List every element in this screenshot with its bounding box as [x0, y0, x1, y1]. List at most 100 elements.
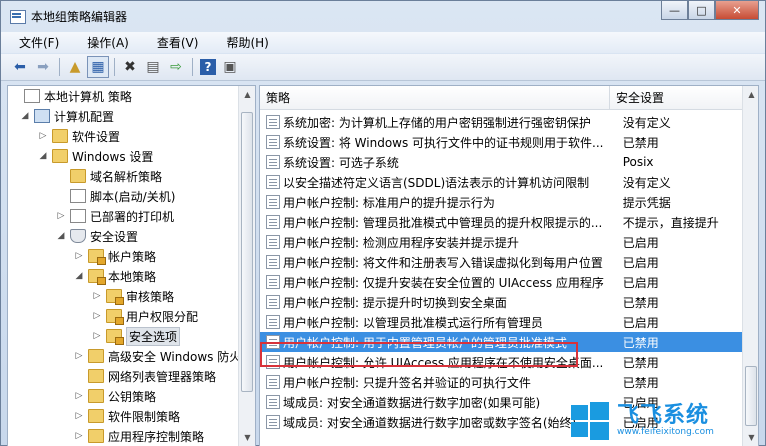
- window-title: 本地组策略编辑器: [31, 9, 128, 24]
- policy-row[interactable]: 用户帐户控制: 仅提升安装在安全位置的 UIAccess 应用程序 已启用: [260, 272, 742, 292]
- tree-item-public-key[interactable]: ▷ 公钥策略: [74, 386, 156, 406]
- window-controls: — □ ✕: [661, 1, 759, 20]
- tree-item-firewall[interactable]: ▷ 高级安全 Windows 防火: [74, 346, 241, 366]
- collapse-arrow-icon[interactable]: ◢: [20, 111, 30, 121]
- policy-row[interactable]: 用户帐户控制: 标准用户的提升提示行为 提示凭据: [260, 192, 742, 212]
- policy-doc-icon: [24, 89, 40, 103]
- policy-item-icon: [266, 115, 280, 129]
- back-icon[interactable]: ⬅: [9, 56, 31, 78]
- menu-action[interactable]: 操作(A): [69, 34, 139, 51]
- policy-item-icon: [266, 275, 280, 289]
- policy-row[interactable]: 系统加密: 为计算机上存储的用户密钥强制进行强密钥保护 没有定义: [260, 112, 742, 132]
- tree-label: 安全设置: [90, 229, 139, 244]
- expand-arrow-icon[interactable]: ▷: [74, 351, 84, 361]
- close-button[interactable]: ✕: [715, 1, 759, 20]
- list-header: 策略 安全设置: [260, 86, 742, 110]
- expand-arrow-icon[interactable]: ▷: [74, 411, 84, 421]
- policy-name: 用户帐户控制: 检测应用程序安装并提示提升: [283, 235, 519, 250]
- tree-item-audit-policy[interactable]: ▷ 审核策略: [92, 286, 174, 306]
- policy-row[interactable]: 以安全描述符定义语言(SDDL)语法表示的计算机访问限制 没有定义: [260, 172, 742, 192]
- policy-row[interactable]: 系统设置: 可选子系统 Posix: [260, 152, 742, 172]
- list-scrollbar[interactable]: ▲ ▼: [742, 86, 758, 446]
- policy-row[interactable]: 系统设置: 将 Windows 可执行文件中的证书规则用于软件... 已禁用: [260, 132, 742, 152]
- shield-icon: [70, 229, 86, 243]
- tree-item-security-settings[interactable]: ◢ 安全设置: [56, 226, 138, 246]
- expand-arrow-icon[interactable]: ▷: [74, 431, 84, 441]
- policy-name: 用户帐户控制: 将文件和注册表写入错误虚拟化到每用户位置: [283, 255, 603, 270]
- show-tree-icon[interactable]: ▦: [87, 56, 109, 78]
- policy-name: 用户帐户控制: 标准用户的提升提示行为: [283, 195, 495, 210]
- tree-item-app-control[interactable]: ▷ 应用程序控制策略: [74, 426, 204, 446]
- tree-scrollbar[interactable]: ▲ ▼: [238, 86, 255, 446]
- folder-icon: [88, 409, 104, 423]
- policy-name: 用户帐户控制: 只提升签名并验证的可执行文件: [283, 375, 531, 390]
- menu-help[interactable]: 帮助(H): [208, 34, 278, 51]
- tree-label: 已部署的打印机: [90, 209, 175, 224]
- minimize-button[interactable]: —: [661, 1, 688, 20]
- expand-arrow-icon[interactable]: ▷: [92, 291, 102, 301]
- maximize-button[interactable]: □: [688, 1, 715, 20]
- scroll-up-icon[interactable]: ▲: [743, 86, 758, 103]
- policy-row[interactable]: 用户帐户控制: 管理员批准模式中管理员的提升权限提示的... 不提示，直接提升: [260, 212, 742, 232]
- export-icon[interactable]: ⇨: [165, 56, 187, 78]
- folder-lock-icon: [106, 329, 124, 345]
- tree-item-name-resolution[interactable]: 域名解析策略: [56, 166, 162, 186]
- expand-arrow-icon[interactable]: ▷: [92, 311, 102, 321]
- policy-name: 以安全描述符定义语言(SDDL)语法表示的计算机访问限制: [283, 175, 590, 190]
- expand-arrow-icon[interactable]: ▷: [74, 391, 84, 401]
- menu-view[interactable]: 查看(V): [139, 34, 209, 51]
- expand-arrow-icon[interactable]: ▷: [38, 131, 48, 141]
- tree-item-security-options[interactable]: ▷ 安全选项: [92, 326, 181, 346]
- tree-label: 公钥策略: [108, 389, 157, 404]
- tree-item-printers[interactable]: ▷ 已部署的打印机: [56, 206, 174, 226]
- help-icon[interactable]: ?: [200, 59, 216, 75]
- expand-arrow-icon[interactable]: ▷: [56, 211, 66, 221]
- tree-item-network-list[interactable]: 网络列表管理器策略: [74, 366, 216, 386]
- tree-item-windows-settings[interactable]: ◢ Windows 设置: [38, 146, 153, 166]
- folder-icon: [52, 129, 68, 143]
- folder-lock-icon: [106, 309, 124, 325]
- forward-icon[interactable]: ➡: [32, 56, 54, 78]
- tree-item-software-settings[interactable]: ▷ 软件设置: [38, 126, 120, 146]
- scroll-up-icon[interactable]: ▲: [239, 86, 255, 103]
- view-icon[interactable]: ▣: [219, 56, 241, 78]
- tree-label: 软件设置: [72, 129, 121, 144]
- title-bar[interactable]: 本地组策略编辑器 — □ ✕: [1, 1, 765, 31]
- scroll-thumb[interactable]: [241, 112, 253, 392]
- expand-arrow-icon[interactable]: ▷: [74, 251, 84, 261]
- tree-item-local-policies[interactable]: ◢ 本地策略: [74, 266, 156, 286]
- collapse-arrow-icon[interactable]: ◢: [38, 151, 48, 161]
- watermark-url: www.feifeixitong.com: [617, 427, 714, 438]
- policy-item-icon: [266, 255, 280, 269]
- tree-pane: 本地计算机 策略 ◢ 计算机配置 ▷ 软件设置 ◢ Windows 设置 域名解…: [7, 85, 256, 446]
- policy-name: 域成员: 对安全通道数据进行数字加密或数字签名(始终): [283, 415, 577, 430]
- policy-row[interactable]: 用户帐户控制: 提示提升时切换到安全桌面 已禁用: [260, 292, 742, 312]
- scroll-down-icon[interactable]: ▼: [239, 429, 255, 446]
- menu-file[interactable]: 文件(F): [1, 34, 69, 51]
- column-header-policy[interactable]: 策略: [260, 86, 610, 109]
- policy-row[interactable]: 用户帐户控制: 检测应用程序安装并提示提升 已启用: [260, 232, 742, 252]
- up-folder-icon[interactable]: ▲: [64, 56, 86, 78]
- tree-item-root[interactable]: 本地计算机 策略: [10, 86, 132, 106]
- policy-row[interactable]: 用户帐户控制: 将文件和注册表写入错误虚拟化到每用户位置 已启用: [260, 252, 742, 272]
- expand-arrow-icon[interactable]: ▷: [92, 331, 102, 341]
- tree-item-scripts[interactable]: 脚本(启动/关机): [56, 186, 175, 206]
- delete-icon[interactable]: ✖: [119, 56, 141, 78]
- policy-row[interactable]: 用户帐户控制: 以管理员批准模式运行所有管理员 已启用: [260, 312, 742, 332]
- policy-setting: 已禁用: [622, 295, 659, 310]
- tree-item-account-policies[interactable]: ▷ 帐户策略: [74, 246, 156, 266]
- policy-name: 系统设置: 将 Windows 可执行文件中的证书规则用于软件...: [283, 135, 604, 150]
- tree-item-user-rights[interactable]: ▷ 用户权限分配: [92, 306, 198, 326]
- tree-item-software-restriction[interactable]: ▷ 软件限制策略: [74, 406, 180, 426]
- policy-row[interactable]: 用户帐户控制: 只提升签名并验证的可执行文件 已禁用: [260, 372, 742, 392]
- collapse-arrow-icon[interactable]: ◢: [74, 271, 84, 281]
- tree-item-computer-config[interactable]: ◢ 计算机配置: [20, 106, 114, 126]
- policy-setting: 没有定义: [622, 115, 671, 130]
- tree-label: 脚本(启动/关机): [90, 189, 176, 204]
- policy-item-icon: [266, 315, 280, 329]
- collapse-arrow-icon[interactable]: ◢: [56, 231, 66, 241]
- tree-label: 安全选项: [126, 326, 181, 346]
- policy-setting: 已禁用: [622, 135, 659, 150]
- properties-icon[interactable]: ▤: [142, 56, 164, 78]
- column-header-setting[interactable]: 安全设置: [610, 86, 742, 109]
